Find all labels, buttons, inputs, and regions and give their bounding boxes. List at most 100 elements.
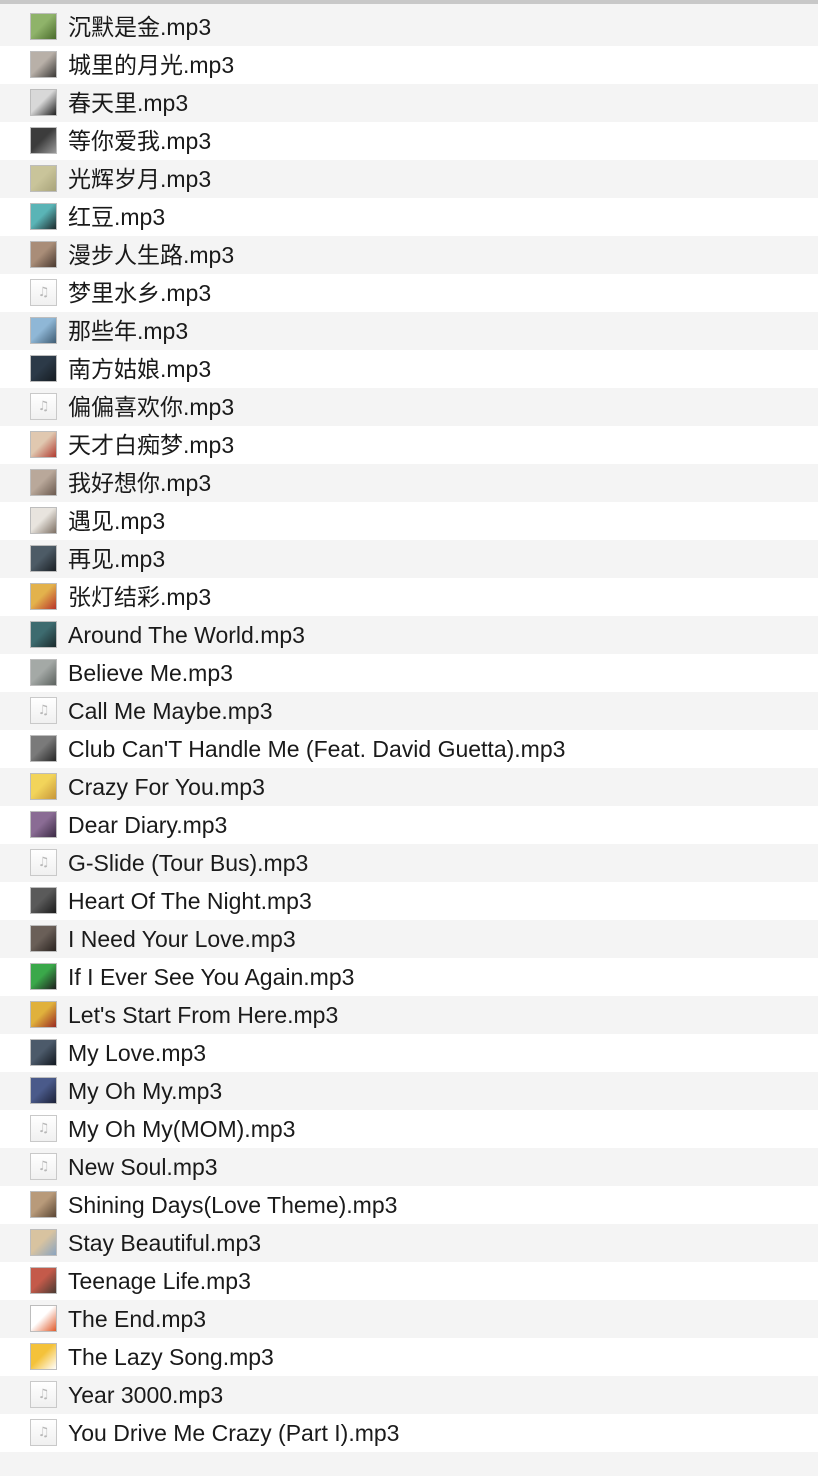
file-name: Let's Start From Here.mp3 xyxy=(68,1002,339,1028)
music-note-glyph: ♫ xyxy=(37,1159,50,1174)
file-row[interactable]: 光辉岁月.mp3 xyxy=(0,160,818,198)
file-name: Heart Of The Night.mp3 xyxy=(68,888,312,914)
file-name: 红豆.mp3 xyxy=(68,204,166,230)
file-name: 南方姑娘.mp3 xyxy=(68,356,212,382)
album-art-icon xyxy=(30,241,57,268)
album-art-icon xyxy=(30,1343,57,1370)
album-art-icon xyxy=(30,165,57,192)
file-name: 天才白痴梦.mp3 xyxy=(68,432,235,458)
album-art-icon xyxy=(30,89,57,116)
file-row[interactable]: My Love.mp3 xyxy=(0,1034,818,1072)
file-name: My Oh My(MOM).mp3 xyxy=(68,1116,296,1142)
music-note-glyph: ♫ xyxy=(37,1425,50,1440)
file-row[interactable]: ♫ My Oh My(MOM).mp3 xyxy=(0,1110,818,1148)
file-row[interactable]: 遇见.mp3 xyxy=(0,502,818,540)
album-art-icon xyxy=(30,1267,57,1294)
album-art-icon xyxy=(30,1229,57,1256)
file-row[interactable]: Heart Of The Night.mp3 xyxy=(0,882,818,920)
file-row[interactable]: ♫ 偏偏喜欢你.mp3 xyxy=(0,388,818,426)
file-row[interactable]: 南方姑娘.mp3 xyxy=(0,350,818,388)
file-name: The End.mp3 xyxy=(68,1306,207,1332)
album-art-icon xyxy=(30,507,57,534)
music-note-icon: ♫ xyxy=(30,849,57,876)
file-name: G-Slide (Tour Bus).mp3 xyxy=(68,850,309,876)
music-note-glyph: ♫ xyxy=(37,1121,50,1136)
file-name: Shining Days(Love Theme).mp3 xyxy=(68,1192,398,1218)
file-name: 张灯结彩.mp3 xyxy=(68,584,212,610)
file-row[interactable]: 那些年.mp3 xyxy=(0,312,818,350)
music-note-icon: ♫ xyxy=(30,393,57,420)
file-row[interactable]: My Oh My.mp3 xyxy=(0,1072,818,1110)
file-row[interactable]: If I Ever See You Again.mp3 xyxy=(0,958,818,996)
album-art-icon xyxy=(30,621,57,648)
album-art-icon xyxy=(30,735,57,762)
file-row[interactable]: Teenage Life.mp3 xyxy=(0,1262,818,1300)
file-name: 梦里水乡.mp3 xyxy=(68,280,212,306)
file-row[interactable]: The Lazy Song.mp3 xyxy=(0,1338,818,1376)
file-name: I Need Your Love.mp3 xyxy=(68,926,296,952)
file-name: 那些年.mp3 xyxy=(68,318,189,344)
file-name: 我好想你.mp3 xyxy=(68,470,212,496)
music-note-icon: ♫ xyxy=(30,1115,57,1142)
file-row[interactable]: 漫步人生路.mp3 xyxy=(0,236,818,274)
file-row[interactable]: The End.mp3 xyxy=(0,1300,818,1338)
file-row[interactable]: 再见.mp3 xyxy=(0,540,818,578)
music-note-glyph: ♫ xyxy=(37,855,50,870)
file-name: You Drive Me Crazy (Part I).mp3 xyxy=(68,1420,400,1446)
file-row[interactable]: 张灯结彩.mp3 xyxy=(0,578,818,616)
file-row[interactable]: 等你爱我.mp3 xyxy=(0,122,818,160)
file-rows: 沉默是金.mp3 城里的月光.mp3 春天里.mp3 等你爱我.mp3 光辉岁月.mp3… xyxy=(0,8,818,1452)
music-note-icon: ♫ xyxy=(30,1419,57,1446)
list-background xyxy=(0,1452,818,1476)
album-art-icon xyxy=(30,925,57,952)
file-name: 遇见.mp3 xyxy=(68,508,166,534)
file-row[interactable]: ♫ New Soul.mp3 xyxy=(0,1148,818,1186)
file-row[interactable]: Club Can'T Handle Me (Feat. David Guetta… xyxy=(0,730,818,768)
music-note-icon: ♫ xyxy=(30,1381,57,1408)
file-name: The Lazy Song.mp3 xyxy=(68,1344,274,1370)
music-note-icon: ♫ xyxy=(30,697,57,724)
file-row[interactable]: Around The World.mp3 xyxy=(0,616,818,654)
file-name: 沉默是金.mp3 xyxy=(68,14,212,40)
file-name: 城里的月光.mp3 xyxy=(68,52,235,78)
album-art-icon xyxy=(30,583,57,610)
album-art-icon xyxy=(30,1001,57,1028)
file-name: My Oh My.mp3 xyxy=(68,1078,223,1104)
file-row[interactable]: Shining Days(Love Theme).mp3 xyxy=(0,1186,818,1224)
file-name: Believe Me.mp3 xyxy=(68,660,233,686)
file-row[interactable]: Stay Beautiful.mp3 xyxy=(0,1224,818,1262)
file-row[interactable]: 我好想你.mp3 xyxy=(0,464,818,502)
music-note-icon: ♫ xyxy=(30,1153,57,1180)
album-art-icon xyxy=(30,1191,57,1218)
file-row[interactable]: ♫ Year 3000.mp3 xyxy=(0,1376,818,1414)
file-row[interactable]: 天才白痴梦.mp3 xyxy=(0,426,818,464)
file-row[interactable]: Believe Me.mp3 xyxy=(0,654,818,692)
file-row[interactable]: 沉默是金.mp3 xyxy=(0,8,818,46)
file-name: 春天里.mp3 xyxy=(68,90,189,116)
file-row[interactable]: ♫ You Drive Me Crazy (Part I).mp3 xyxy=(0,1414,818,1452)
file-name: Year 3000.mp3 xyxy=(68,1382,224,1408)
file-name: 偏偏喜欢你.mp3 xyxy=(68,394,235,420)
album-art-icon xyxy=(30,545,57,572)
file-row[interactable]: 城里的月光.mp3 xyxy=(0,46,818,84)
album-art-icon xyxy=(30,317,57,344)
album-art-icon xyxy=(30,811,57,838)
file-row[interactable]: I Need Your Love.mp3 xyxy=(0,920,818,958)
file-name: 等你爱我.mp3 xyxy=(68,128,212,154)
file-name: My Love.mp3 xyxy=(68,1040,207,1066)
file-row[interactable]: Crazy For You.mp3 xyxy=(0,768,818,806)
album-art-icon xyxy=(30,887,57,914)
file-row[interactable]: ♫ G-Slide (Tour Bus).mp3 xyxy=(0,844,818,882)
music-note-glyph: ♫ xyxy=(37,1387,50,1402)
file-row[interactable]: Dear Diary.mp3 xyxy=(0,806,818,844)
file-row[interactable]: ♫ 梦里水乡.mp3 xyxy=(0,274,818,312)
album-art-icon xyxy=(30,431,57,458)
file-row[interactable]: 红豆.mp3 xyxy=(0,198,818,236)
file-row[interactable]: Let's Start From Here.mp3 xyxy=(0,996,818,1034)
file-row[interactable]: 春天里.mp3 xyxy=(0,84,818,122)
file-row[interactable]: ♫ Call Me Maybe.mp3 xyxy=(0,692,818,730)
album-art-icon xyxy=(30,963,57,990)
file-name: 光辉岁月.mp3 xyxy=(68,166,212,192)
file-name: Stay Beautiful.mp3 xyxy=(68,1230,262,1256)
file-name: 再见.mp3 xyxy=(68,546,166,572)
